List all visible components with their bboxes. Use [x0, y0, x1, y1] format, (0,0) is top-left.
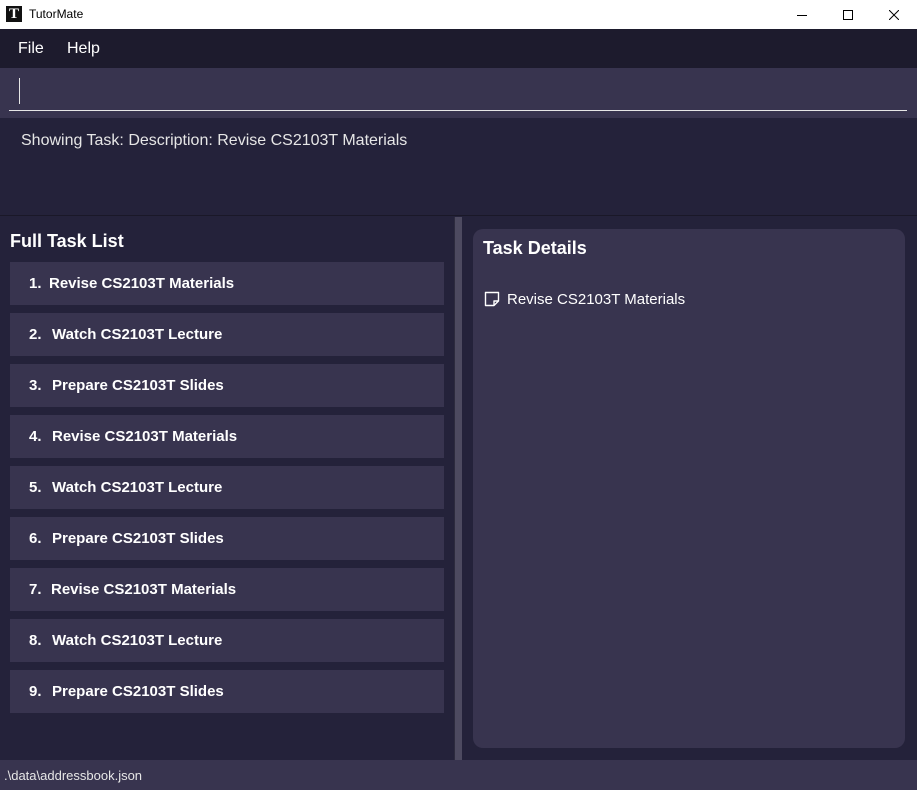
title-bar: T TutorMate: [0, 0, 917, 29]
result-display: Showing Task: Description: Revise CS2103…: [0, 118, 917, 216]
menu-help[interactable]: Help: [67, 40, 100, 58]
task-list-heading: Full Task List: [10, 231, 124, 251]
task-list-item[interactable]: 7. Revise CS2103T Materials: [10, 568, 444, 611]
task-list-item[interactable]: 2. Watch CS2103T Lecture: [10, 313, 444, 356]
task-list-item[interactable]: 4. Revise CS2103T Materials: [10, 415, 444, 458]
command-input[interactable]: [9, 73, 907, 111]
task-index: 1.: [29, 275, 42, 292]
task-index: 3.: [29, 377, 42, 394]
task-index: 8.: [29, 632, 42, 649]
save-file-path: .\data\addressbook.json: [4, 768, 143, 783]
minimize-button[interactable]: [779, 0, 825, 29]
task-name: Prepare CS2103T Slides: [52, 530, 224, 547]
task-name: Watch CS2103T Lecture: [52, 632, 223, 649]
task-name: Watch CS2103T Lecture: [52, 479, 223, 496]
note-icon: [483, 290, 501, 313]
task-index: 2.: [29, 326, 42, 343]
task-details-panel: Task Details Revise CS2103T Materials: [473, 229, 905, 748]
task-details-name: Revise CS2103T Materials: [507, 291, 686, 308]
maximize-icon: [843, 9, 853, 20]
task-details-heading: Task Details: [483, 238, 587, 258]
task-list-panel: Full Task List 1. Revise CS2103T Materia…: [0, 217, 453, 760]
status-bar: .\data\addressbook.json: [0, 760, 917, 790]
task-name: Prepare CS2103T Slides: [52, 683, 224, 700]
task-name: Watch CS2103T Lecture: [52, 326, 223, 343]
task-index: 9.: [29, 683, 42, 700]
minimize-icon: [797, 14, 807, 16]
task-name: Revise CS2103T Materials: [52, 428, 238, 445]
task-index: 6.: [29, 530, 42, 547]
app-logo-icon: T: [6, 6, 22, 22]
task-name: Prepare CS2103T Slides: [52, 377, 224, 394]
command-box: [0, 68, 917, 118]
close-button[interactable]: [871, 0, 917, 29]
menu-file[interactable]: File: [18, 40, 44, 58]
window-title: TutorMate: [29, 7, 84, 21]
close-icon: [889, 9, 899, 20]
task-list-item[interactable]: 9. Prepare CS2103T Slides: [10, 670, 444, 713]
task-index: 5.: [29, 479, 42, 496]
task-index: 4.: [29, 428, 42, 445]
maximize-button[interactable]: [825, 0, 871, 29]
result-message: Showing Task: Description: Revise CS2103…: [21, 132, 408, 149]
task-name: Revise CS2103T Materials: [51, 581, 237, 598]
task-list-item[interactable]: 6. Prepare CS2103T Slides: [10, 517, 444, 560]
task-index: 7.: [29, 581, 42, 598]
task-list-item[interactable]: 3. Prepare CS2103T Slides: [10, 364, 444, 407]
task-list-item[interactable]: 5. Watch CS2103T Lecture: [10, 466, 444, 509]
task-list-item[interactable]: 1. Revise CS2103T Materials: [10, 262, 444, 305]
task-list-item[interactable]: 8. Watch CS2103T Lecture: [10, 619, 444, 662]
split-pane-divider[interactable]: [454, 217, 462, 760]
text-caret: [19, 78, 20, 104]
menu-bar: File Help: [0, 29, 917, 68]
task-name: Revise CS2103T Materials: [49, 275, 235, 292]
